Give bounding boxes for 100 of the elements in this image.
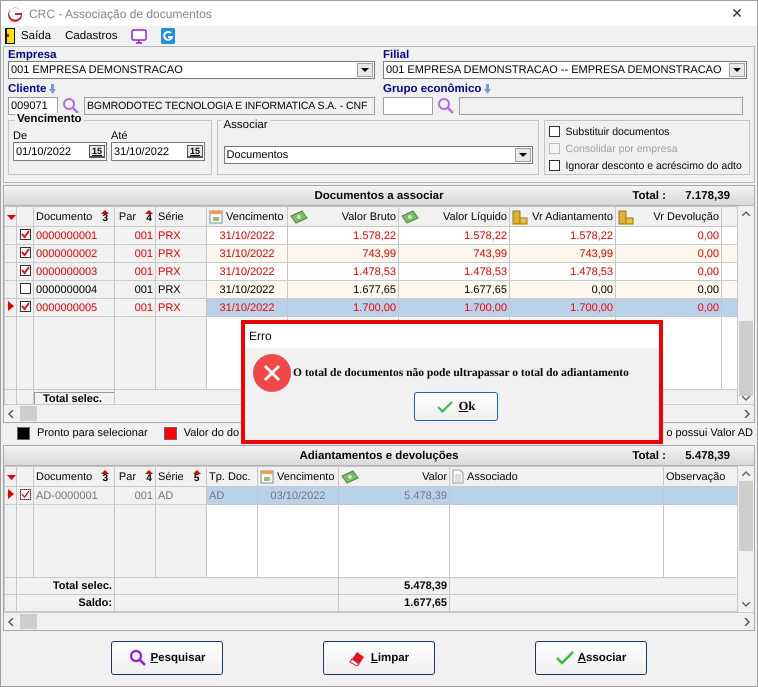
menu-item[interactable]: Saída: [5, 28, 52, 44]
horizontal-scrollbar[interactable]: [4, 612, 754, 630]
scroll-right-icon[interactable]: [744, 410, 750, 418]
group-title: Associar: [222, 119, 270, 131]
scroll-left-icon[interactable]: [8, 618, 14, 626]
scroll-left-icon[interactable]: [8, 410, 14, 418]
dropdown-button[interactable]: [729, 63, 745, 77]
branch-select[interactable]: 001 EMPRESA DEMONSTRACAO -- EMPRESA DEMONSTRACAO: [383, 61, 747, 79]
scroll-thumb[interactable]: [739, 321, 753, 396]
column-header[interactable]: Tp. Doc.: [206, 466, 258, 486]
table-cell: PRX: [156, 262, 206, 280]
door-icon: [5, 28, 15, 44]
menu-arrow-icon[interactable]: [7, 214, 16, 220]
table-cell: 001: [114, 262, 156, 280]
dropdown-button[interactable]: [514, 148, 531, 162]
table-cell: 743,99: [288, 244, 398, 262]
table-cell: 1.478,53: [288, 262, 398, 280]
scroll-up-icon[interactable]: [742, 471, 750, 476]
table-cell: 0000000004: [34, 280, 114, 298]
table-cell: 1.700,00: [510, 298, 616, 316]
table-cell: 0,00: [510, 280, 616, 298]
scroll-up-icon[interactable]: [742, 211, 750, 216]
menu-item[interactable]: Cadastros: [65, 30, 118, 42]
coins-icon: [618, 208, 634, 224]
error-icon: [253, 354, 291, 392]
table-cell: 743,99: [398, 244, 510, 262]
scroll-thumb[interactable]: [20, 406, 37, 421]
table-cell: AD: [209, 490, 224, 502]
column-header[interactable]: Associado: [450, 466, 664, 486]
checkbox[interactable]: [548, 126, 560, 137]
table-cell: 1.578,22: [510, 226, 616, 244]
row-checkbox[interactable]: [20, 229, 30, 240]
column-header[interactable]: Valor Bruto: [288, 206, 398, 226]
menu-arrow-icon[interactable]: [7, 474, 16, 480]
dialog-title: Erro: [249, 329, 272, 343]
table-cell: 1.700,00: [288, 298, 398, 316]
table-cell: 1.677,65: [288, 280, 398, 298]
row-checkbox[interactable]: [20, 265, 30, 276]
table-cell: 001: [114, 226, 156, 244]
down-arrow-icon: [49, 84, 56, 94]
row-checkbox[interactable]: [20, 282, 30, 294]
column-header[interactable]: Par 4: [114, 206, 156, 226]
table-cell: 31/10/2022: [206, 280, 288, 298]
table-cell: PRX: [156, 280, 206, 298]
calendar-button[interactable]: 15: [89, 145, 105, 158]
column-header[interactable]: Documento 3: [34, 466, 114, 486]
column-header[interactable]: Par 4: [114, 466, 156, 486]
monitor-icon[interactable]: [131, 28, 148, 44]
table-cell: PRX: [156, 244, 206, 262]
ok-button[interactable]: Ok: [414, 392, 498, 421]
grid-title: Documentos a associar: [314, 190, 444, 202]
search-icon[interactable]: [62, 96, 80, 114]
dropdown-button[interactable]: [357, 63, 373, 77]
field-label: Filial: [383, 49, 410, 61]
date-field[interactable]: 31/10/2022 15: [111, 142, 205, 161]
legend-label: Valor do do: [184, 427, 240, 439]
column-header[interactable]: Série 5: [156, 466, 206, 486]
date-field[interactable]: 01/10/2022 15: [13, 142, 107, 161]
client-name-field[interactable]: BGMRODOTEC TECNOLOGIA E INFORMATICA S.A. - CNF: [84, 96, 375, 114]
caret-icon: [518, 153, 527, 157]
field-label: Empresa: [8, 49, 58, 61]
checkbox-label: Substituir documentos: [566, 126, 670, 138]
search-icon: [128, 649, 146, 667]
calendar-button[interactable]: 15: [187, 145, 203, 158]
associate-select[interactable]: Documentos: [224, 146, 533, 164]
scroll-thumb[interactable]: [739, 481, 753, 551]
column-header[interactable]: Vr Adiantamento: [510, 206, 616, 226]
scroll-down-icon[interactable]: [742, 396, 750, 401]
group-code-field[interactable]: [383, 96, 433, 114]
client-code-field[interactable]: 009071: [8, 96, 58, 114]
search-icon[interactable]: [437, 96, 455, 114]
row-checkbox[interactable]: [20, 247, 30, 258]
scroll-right-icon[interactable]: [744, 618, 750, 626]
action-button[interactable]: Pesquisar: [111, 641, 223, 675]
group-title: Vencimento: [15, 113, 84, 125]
table-cell: AD: [158, 490, 174, 502]
down-arrow-icon: [484, 84, 492, 94]
company-select[interactable]: 001 EMPRESA DEMONSTRACAO: [8, 61, 375, 79]
action-button[interactable]: Associar: [535, 641, 647, 675]
column-header[interactable]: Valor Líquido: [398, 206, 510, 226]
table-cell: 001: [114, 244, 156, 262]
app-logo-icon[interactable]: [161, 28, 176, 44]
group-name-field[interactable]: [459, 96, 743, 114]
close-button[interactable]: ✕: [717, 1, 757, 26]
column-header[interactable]: Vencimento: [206, 206, 288, 226]
row-checkbox[interactable]: [20, 301, 30, 312]
scroll-down-icon[interactable]: [742, 602, 750, 607]
table-cell: 001: [134, 490, 153, 502]
column-header[interactable]: Vencimento: [258, 466, 338, 486]
action-button[interactable]: Limpar: [323, 641, 435, 675]
column-header[interactable]: Valor: [338, 466, 450, 486]
check-icon: [436, 400, 453, 412]
column-header[interactable]: Documento 3: [34, 206, 114, 226]
column-header[interactable]: Observação: [664, 466, 738, 486]
row-checkbox[interactable]: [20, 489, 30, 500]
checkbox[interactable]: [548, 160, 560, 171]
column-header[interactable]: Vr Devolução: [616, 206, 722, 226]
column-header[interactable]: Série: [156, 206, 206, 226]
scroll-thumb[interactable]: [20, 614, 37, 629]
document-icon: [452, 469, 464, 484]
